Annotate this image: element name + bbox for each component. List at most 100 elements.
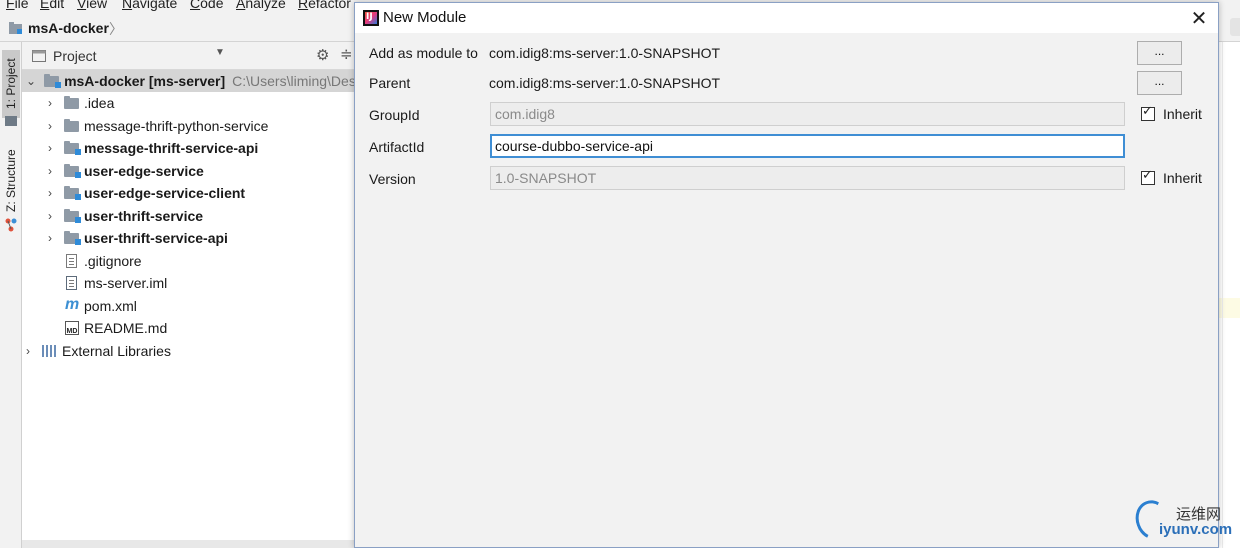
maven-icon: m: [65, 296, 80, 313]
tree-item-label: message-thrift-python-service: [84, 118, 269, 134]
tree-row-pom-xml[interactable]: m pom.xml: [56, 295, 137, 317]
tree-item-label: user-edge-service-client: [84, 185, 246, 201]
tree-item-label: pom.xml: [84, 298, 137, 314]
expand-arrow-icon[interactable]: ›: [44, 186, 56, 200]
close-icon[interactable]: ✕: [1179, 3, 1219, 33]
breadcrumb[interactable]: msA-docker: [28, 20, 109, 36]
tree-row-user-edge-service-client[interactable]: › user-edge-service-client: [44, 182, 245, 204]
version-inherit-checkbox[interactable]: ✓: [1141, 168, 1155, 185]
text-file-icon: [64, 254, 80, 268]
tree-item-label: message-thrift-service-api: [84, 140, 259, 156]
menu-edit[interactable]: Edit: [40, 0, 64, 11]
project-view-selector[interactable]: Project: [53, 48, 97, 64]
libraries-icon: [42, 344, 58, 358]
module-folder-icon: [64, 164, 81, 178]
menu-navigate[interactable]: Navigate: [122, 0, 177, 11]
module-folder-icon: [64, 186, 81, 200]
expand-arrow-icon[interactable]: ›: [44, 231, 56, 245]
tree-item-label: user-edge-service: [84, 163, 204, 179]
editor-gutter-divider: [1222, 42, 1223, 548]
tab-structure[interactable]: Z: Structure: [2, 146, 20, 216]
new-module-dialog: New Module ✕ Add as module to com.idig8:…: [354, 2, 1219, 548]
folder-icon: [64, 96, 80, 110]
tree-item-label: External Libraries: [62, 343, 171, 359]
project-tab-icon: [5, 116, 17, 126]
parent-value: com.idig8:ms-server:1.0-SNAPSHOT: [489, 75, 721, 91]
menu-view[interactable]: View: [77, 0, 107, 11]
tree-item-label: ms-server.iml: [84, 275, 168, 291]
structure-tab-icon: [5, 218, 17, 232]
tool-window-strip: 1: Project Z: Structure: [0, 42, 22, 548]
menu-file[interactable]: File: [6, 0, 29, 11]
expand-arrow-icon[interactable]: ›: [22, 344, 34, 358]
tree-row-root[interactable]: ⌄ msA-docker [ms-server] C:\Users\liming…: [22, 70, 363, 92]
module-folder-icon: [64, 141, 81, 155]
group-id-label: GroupId: [369, 107, 420, 123]
tree-item-label: user-thrift-service: [84, 208, 204, 224]
version-field[interactable]: 1.0-SNAPSHOT: [490, 166, 1125, 190]
expand-arrow-icon[interactable]: ›: [44, 164, 56, 178]
checkmark-icon: ✓: [1142, 168, 1153, 183]
tree-item-path: C:\Users\liming\Desk: [232, 73, 363, 89]
project-panel-header: Project ▼ ⚙ ≑: [22, 42, 356, 70]
horizontal-scrollbar[interactable]: [22, 540, 356, 548]
watermark-en: iyunv.com: [1159, 521, 1233, 538]
add-as-module-browse-button[interactable]: ...: [1137, 41, 1182, 65]
group-id-inherit-checkbox[interactable]: ✓: [1141, 104, 1155, 121]
version-inherit-label: Inherit: [1163, 170, 1202, 186]
tree-row-idea[interactable]: › .idea: [44, 92, 114, 114]
version-label: Version: [369, 171, 416, 187]
tab-structure-label: Z: Structure: [4, 149, 18, 213]
collapse-icon[interactable]: ≑: [340, 45, 353, 63]
tree-row-user-edge-service[interactable]: › user-edge-service: [44, 160, 204, 182]
menu-refactor[interactable]: Refactor: [298, 0, 351, 11]
expand-arrow-icon[interactable]: ⌄: [26, 74, 36, 88]
menu-analyze[interactable]: Analyze: [236, 0, 286, 11]
dropdown-arrow-icon[interactable]: ▼: [215, 47, 225, 58]
module-folder-icon: [64, 231, 81, 245]
tree-item-label: msA-docker [ms-server]: [64, 73, 226, 89]
tree-row-readme-md[interactable]: MD README.md: [56, 317, 167, 339]
tree-item-label: user-thrift-service-api: [84, 230, 228, 246]
add-as-module-value: com.idig8:ms-server:1.0-SNAPSHOT: [489, 45, 721, 61]
breadcrumb-chevron-icon: 〉: [109, 21, 123, 37]
tree-row-ms-server-iml[interactable]: ms-server.iml: [56, 272, 167, 294]
tree-item-label: .idea: [84, 95, 115, 111]
group-id-field[interactable]: com.idig8: [490, 102, 1125, 126]
project-panel: Project ▼ ⚙ ≑ ⌄ msA-docker [ms-server] C…: [22, 42, 363, 548]
group-id-inherit-label: Inherit: [1163, 106, 1202, 122]
tree-item-label: README.md: [84, 320, 168, 336]
tree-row-external-libraries[interactable]: › External Libraries: [22, 340, 171, 362]
parent-browse-button[interactable]: ...: [1137, 71, 1182, 95]
iml-file-icon: [64, 276, 80, 290]
expand-arrow-icon[interactable]: ›: [44, 141, 56, 155]
folder-icon: [64, 119, 80, 133]
markdown-icon: MD: [64, 321, 80, 335]
parent-label: Parent: [369, 75, 411, 91]
tree-row-message-thrift-python-service[interactable]: › message-thrift-python-service: [44, 115, 268, 137]
module-folder-icon: [44, 74, 62, 88]
tree-row-gitignore[interactable]: .gitignore: [56, 250, 142, 272]
dialog-title: New Module: [383, 9, 467, 26]
module-folder-icon: [64, 209, 81, 223]
checkmark-icon: ✓: [1142, 104, 1153, 119]
expand-arrow-icon[interactable]: ›: [44, 96, 56, 110]
tree-row-user-thrift-service[interactable]: › user-thrift-service: [44, 205, 203, 227]
tree-row-message-thrift-service-api[interactable]: › message-thrift-service-api: [44, 137, 258, 159]
tab-project-label: 1: Project: [4, 58, 18, 110]
add-as-module-label: Add as module to: [369, 45, 478, 61]
dialog-titlebar[interactable]: New Module ✕: [355, 3, 1218, 33]
toolbar-edge: [1230, 18, 1240, 36]
menu-code[interactable]: Code: [190, 0, 223, 11]
project-view-icon: [32, 50, 46, 62]
artifact-id-field[interactable]: course-dubbo-service-api: [490, 134, 1125, 158]
expand-arrow-icon[interactable]: ›: [44, 209, 56, 223]
tree-row-user-thrift-service-api[interactable]: › user-thrift-service-api: [44, 227, 228, 249]
artifact-id-label: ArtifactId: [369, 139, 425, 155]
intellij-app-icon: [363, 10, 379, 26]
expand-arrow-icon[interactable]: ›: [44, 119, 56, 133]
gear-icon[interactable]: ⚙: [316, 46, 329, 64]
tree-item-label: .gitignore: [84, 253, 142, 269]
tab-project[interactable]: 1: Project: [2, 50, 20, 118]
project-folder-icon: [9, 22, 22, 34]
